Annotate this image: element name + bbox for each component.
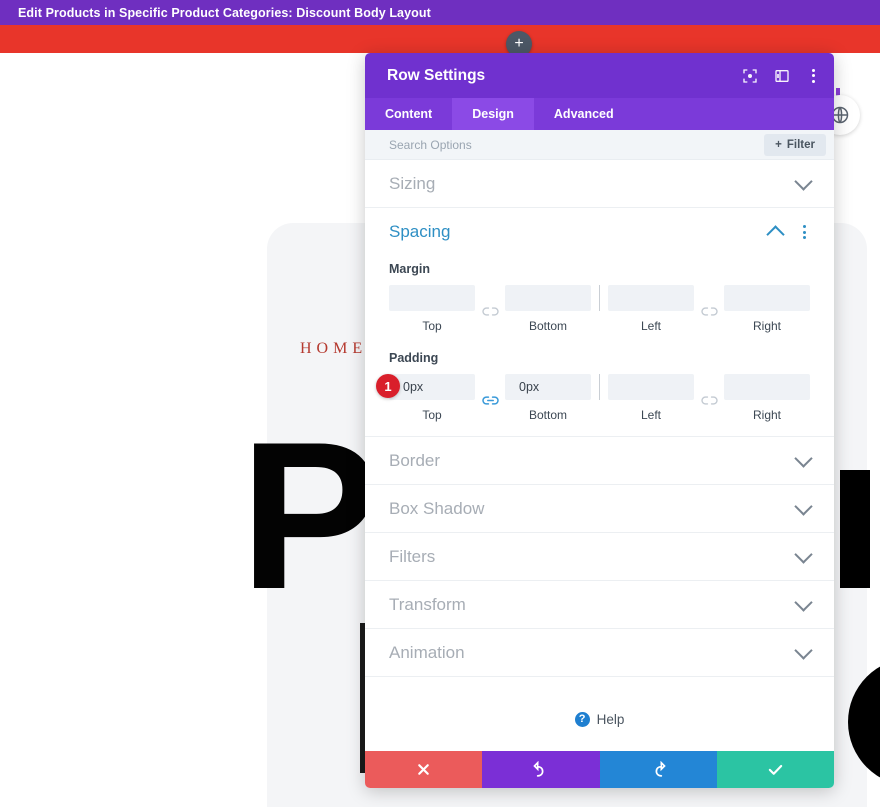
tab-design[interactable]: Design — [452, 98, 534, 130]
margin-left-label: Left — [640, 319, 661, 333]
section-highlight-bar — [0, 25, 880, 53]
chevron-down-icon — [794, 640, 813, 660]
padding-right-input[interactable] — [724, 374, 810, 400]
section-spacing-label: Spacing — [389, 222, 451, 241]
section-border-label: Border — [389, 450, 441, 470]
padding-right-cell: Right — [724, 374, 810, 422]
section-box-shadow-label: Box Shadow — [389, 498, 485, 518]
row-settings-modal: Row Settings Content Design Advanced Sea… — [365, 53, 834, 788]
section-sizing[interactable]: Sizing — [365, 160, 834, 208]
padding-top-cell: Top — [389, 374, 475, 422]
section-spacing[interactable]: Spacing — [365, 208, 834, 256]
padding-left-label: Left — [640, 408, 661, 422]
margin-bottom-label: Bottom — [528, 319, 567, 333]
margin-left-cell: Left — [608, 285, 694, 333]
margin-right-input[interactable] — [724, 285, 810, 311]
spacing-fields: Margin Top Bottom Left Right Padding 1 0… — [365, 262, 834, 437]
chevron-up-icon — [766, 224, 785, 244]
question-mark-icon: ? — [574, 711, 590, 727]
preview-home-label: HOME — [300, 340, 368, 357]
margin-right-label: Right — [752, 319, 781, 333]
margin-bottom-input[interactable] — [505, 285, 591, 311]
padding-bottom-cell: Bottom — [505, 374, 591, 422]
padding-top-label: Top — [422, 408, 442, 422]
padding-label: Padding — [389, 351, 439, 365]
padding-modified-badge[interactable]: 1 — [376, 374, 400, 398]
section-transform[interactable]: Transform — [365, 581, 834, 629]
tab-content[interactable]: Content — [365, 98, 452, 130]
divider — [599, 285, 600, 311]
margin-top-cell: Top — [389, 285, 475, 333]
section-animation-label: Animation — [389, 642, 465, 662]
help-link[interactable]: Help — [597, 712, 625, 727]
cancel-button[interactable] — [365, 751, 483, 788]
chevron-down-icon — [794, 544, 813, 564]
section-options-icon[interactable] — [798, 225, 810, 239]
margin-quad: Top Bottom Left Right — [389, 285, 810, 333]
padding-right-label: Right — [752, 408, 781, 422]
modal-header-actions — [742, 68, 820, 84]
modal-header: Row Settings — [365, 53, 834, 98]
more-options-icon[interactable] — [806, 68, 820, 83]
padding-horizontal-link-icon[interactable] — [694, 389, 724, 408]
builder-title-bar: Edit Products in Specific Product Catego… — [0, 0, 880, 25]
undo-button[interactable] — [482, 751, 600, 788]
split-view-icon[interactable] — [774, 68, 790, 84]
padding-bottom-label: Bottom — [528, 408, 567, 422]
redo-button[interactable] — [599, 751, 717, 788]
section-box-shadow[interactable]: Box Shadow — [365, 485, 834, 533]
padding-vertical-link-icon[interactable] — [475, 389, 505, 408]
section-border[interactable]: Border — [365, 437, 834, 485]
margin-label: Margin — [389, 262, 430, 276]
padding-left-cell: Left — [608, 374, 694, 422]
section-animation[interactable]: Animation — [365, 629, 834, 677]
section-transform-label: Transform — [389, 594, 466, 614]
fullscreen-icon[interactable] — [742, 68, 758, 84]
modal-footer — [365, 751, 834, 788]
page-title: Edit Products in Specific Product Catego… — [18, 5, 431, 20]
save-button[interactable] — [716, 751, 834, 788]
margin-right-cell: Right — [724, 285, 810, 333]
section-filters[interactable]: Filters — [365, 533, 834, 581]
modal-tabs: Content Design Advanced — [365, 98, 834, 130]
padding-top-input[interactable] — [389, 374, 475, 400]
modal-title: Row Settings — [387, 66, 486, 84]
preview-black-rectangle — [840, 470, 870, 588]
margin-top-input[interactable] — [389, 285, 475, 311]
margin-horizontal-link-icon[interactable] — [694, 300, 724, 319]
padding-left-input[interactable] — [608, 374, 694, 400]
help-area: ? Help — [365, 677, 834, 751]
chevron-down-icon — [794, 171, 813, 191]
search-row: + Filter — [365, 130, 834, 160]
padding-quad: 1 Top — [376, 374, 810, 422]
margin-vertical-link-icon[interactable] — [475, 300, 505, 319]
builder-stage: HOME P Edit Products in Specific Product… — [0, 0, 880, 807]
tab-advanced[interactable]: Advanced — [534, 98, 634, 130]
margin-bottom-cell: Bottom — [505, 285, 591, 333]
section-filters-label: Filters — [389, 546, 436, 566]
preview-big-letter: P — [240, 398, 381, 633]
divider — [599, 374, 600, 400]
plus-icon: + — [775, 138, 782, 151]
margin-top-label: Top — [422, 319, 442, 333]
filter-button-label: Filter — [786, 138, 815, 151]
chevron-down-icon — [794, 496, 813, 516]
section-sizing-label: Sizing — [389, 173, 436, 193]
chevron-down-icon — [794, 448, 813, 468]
padding-bottom-input[interactable] — [505, 374, 591, 400]
search-input[interactable] — [389, 137, 765, 152]
chevron-down-icon — [794, 592, 813, 612]
modal-body: Sizing Spacing Margin Top Bottom Left Ri… — [365, 160, 834, 751]
margin-left-input[interactable] — [608, 285, 694, 311]
filter-button[interactable]: + Filter — [764, 133, 826, 156]
